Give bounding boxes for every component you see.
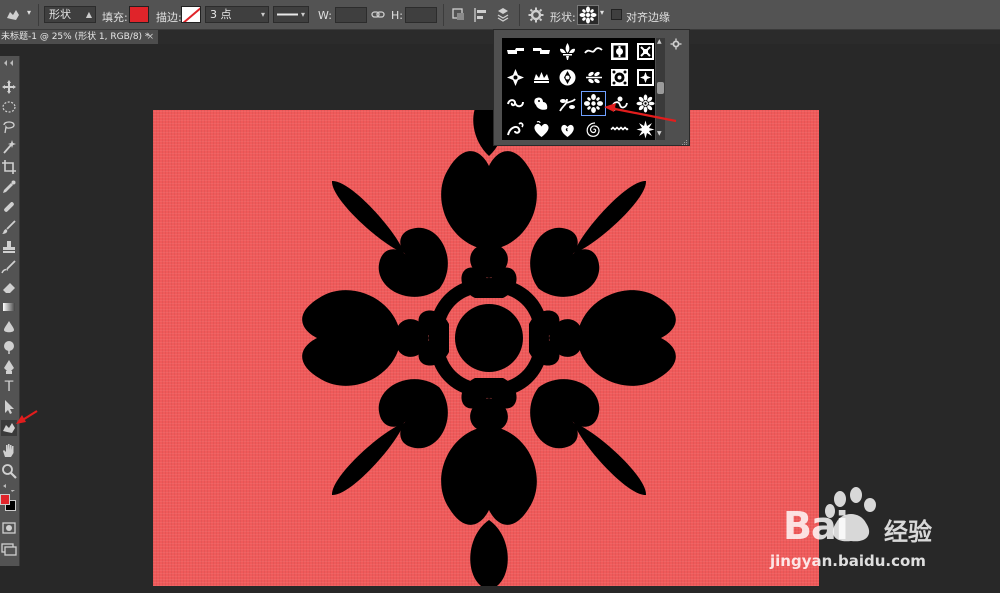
shape-swirl-ornament-icon[interactable] bbox=[503, 117, 528, 142]
type-tool-icon[interactable]: T bbox=[1, 379, 17, 395]
eyedropper-tool-icon[interactable] bbox=[1, 179, 17, 195]
shape-heart-ornament-icon[interactable] bbox=[529, 117, 554, 142]
shape-square-tile-cross-icon[interactable] bbox=[633, 65, 658, 90]
shape-tile-ornament-icon[interactable] bbox=[555, 65, 580, 90]
pen-tool-icon[interactable] bbox=[1, 359, 17, 375]
scrollbar-thumb[interactable] bbox=[657, 82, 664, 94]
watermark-brand-cn: 经验 bbox=[884, 518, 932, 546]
shape-spiral-icon[interactable] bbox=[581, 117, 606, 142]
shape-label: 形状: bbox=[550, 11, 576, 24]
stroke-label: 描边: bbox=[156, 11, 182, 24]
clone-stamp-tool-icon[interactable] bbox=[1, 239, 17, 255]
document-canvas[interactable] bbox=[153, 110, 819, 586]
height-field[interactable] bbox=[405, 7, 437, 23]
chevron-down-icon: ▾ bbox=[260, 10, 265, 19]
align-edges-label: 对齐边缘 bbox=[626, 11, 670, 24]
shape-square-tile-flower-icon[interactable] bbox=[607, 65, 632, 90]
marquee-tool-icon[interactable] bbox=[1, 99, 17, 115]
fill-color-swatch[interactable] bbox=[129, 6, 149, 23]
stroke-type-dropdown[interactable]: ▾ bbox=[273, 6, 309, 23]
document-tab[interactable]: 未标题-1 @ 25% (形状 1, RGB/8) * × bbox=[0, 30, 158, 44]
picker-settings-gear-icon[interactable] bbox=[670, 38, 682, 50]
scroll-down-icon[interactable]: ▼ bbox=[657, 131, 662, 137]
preset-dropdown-arrow[interactable]: ▾ bbox=[27, 8, 31, 17]
screen-mode-icon[interactable] bbox=[1, 541, 17, 557]
shape-heart-swirl-icon[interactable] bbox=[555, 117, 580, 142]
document-tab-title: 未标题-1 @ 25% (形状 1, RGB/8) * bbox=[1, 32, 150, 42]
tool-mode-dropdown[interactable]: 形状 ▲ bbox=[44, 6, 96, 23]
chevron-down-icon[interactable]: ▾ bbox=[600, 8, 604, 17]
move-tool-icon[interactable] bbox=[1, 79, 17, 95]
dodge-tool-icon[interactable] bbox=[1, 339, 17, 355]
shape-curl-ornament-icon[interactable] bbox=[503, 91, 528, 116]
swap-colors-icon[interactable] bbox=[1, 480, 17, 492]
eraser-tool-icon[interactable] bbox=[1, 279, 17, 295]
custom-shape-tool-icon[interactable] bbox=[1, 420, 17, 436]
shape-preset-picker[interactable] bbox=[577, 5, 599, 25]
separator bbox=[443, 4, 444, 26]
path-selection-tool-icon[interactable] bbox=[1, 399, 17, 415]
path-alignment-icon[interactable] bbox=[472, 6, 490, 24]
chevron-down-icon: ▾ bbox=[300, 10, 305, 19]
zoom-tool-icon[interactable] bbox=[1, 463, 17, 479]
link-icon[interactable] bbox=[371, 6, 385, 24]
healing-brush-tool-icon[interactable] bbox=[1, 199, 17, 215]
separator bbox=[38, 4, 39, 26]
path-operations-icon[interactable] bbox=[450, 6, 468, 24]
width-field[interactable] bbox=[335, 7, 367, 23]
tool-mode-value: 形状 bbox=[49, 8, 71, 21]
height-label: H: bbox=[391, 9, 403, 22]
scroll-up-icon[interactable]: ▲ bbox=[657, 39, 662, 45]
fill-label: 填充: bbox=[102, 11, 128, 24]
blur-tool-icon[interactable] bbox=[1, 319, 17, 335]
stroke-width-value: 3 点 bbox=[210, 8, 232, 21]
shape-zigzag-icon[interactable] bbox=[607, 117, 632, 142]
shape-picker-scrollbar[interactable]: ▲ ▼ bbox=[656, 38, 665, 140]
shape-picker-panel: ▲ ▼ bbox=[493, 29, 690, 146]
brush-tool-icon[interactable] bbox=[1, 219, 17, 235]
shape-pointing-hand-left-icon[interactable] bbox=[529, 39, 554, 64]
shape-crown-ornament-icon[interactable] bbox=[529, 65, 554, 90]
path-arrangement-icon[interactable] bbox=[494, 6, 512, 24]
toolbox-collapse-icon[interactable] bbox=[1, 55, 17, 66]
shape-daisy-icon[interactable] bbox=[633, 91, 658, 116]
lasso-tool-icon[interactable] bbox=[1, 119, 17, 135]
crop-tool-icon[interactable] bbox=[1, 159, 17, 175]
resize-grip-icon[interactable] bbox=[680, 136, 688, 145]
width-label: W: bbox=[318, 9, 332, 22]
watermark-brand: Bai bbox=[783, 504, 849, 548]
gradient-tool-icon[interactable] bbox=[1, 299, 17, 315]
shape-square-frame-ornate-icon[interactable] bbox=[607, 39, 632, 64]
align-edges-checkbox[interactable] bbox=[611, 9, 622, 20]
shape-floral-scroll-icon[interactable] bbox=[607, 91, 632, 116]
shape-pointing-hand-right-icon[interactable] bbox=[503, 39, 528, 64]
stroke-width-dropdown[interactable]: 3 点 ▾ bbox=[205, 6, 269, 23]
hand-tool-icon[interactable] bbox=[1, 443, 17, 459]
shape-flower-ornament-icon[interactable] bbox=[581, 91, 606, 116]
shape-fleur-de-lis-icon[interactable] bbox=[555, 39, 580, 64]
chevron-down-icon: ▲ bbox=[85, 10, 92, 19]
shape-diamond-ornament-icon[interactable] bbox=[503, 65, 528, 90]
watermark-url: jingyan.baidu.com bbox=[770, 552, 926, 570]
foreground-color-swatch[interactable] bbox=[0, 494, 10, 505]
options-bar: ▾ 形状 ▲ 填充: 描边: 3 点 ▾ ▾ W: H: 形状: ▾ 对齐边缘 bbox=[0, 0, 1000, 30]
history-brush-tool-icon[interactable] bbox=[1, 259, 17, 275]
custom-shape-tool-preset-icon[interactable] bbox=[4, 6, 22, 24]
gear-icon[interactable] bbox=[527, 6, 545, 24]
quick-mask-icon[interactable] bbox=[1, 520, 17, 536]
shape-grid bbox=[502, 38, 655, 140]
shape-starburst-icon[interactable] bbox=[633, 117, 658, 142]
stroke-color-swatch[interactable] bbox=[181, 6, 201, 23]
toolbox: T bbox=[0, 56, 20, 566]
shape-swash-icon[interactable] bbox=[581, 39, 606, 64]
separator bbox=[519, 4, 520, 26]
magic-wand-tool-icon[interactable] bbox=[1, 139, 17, 155]
close-icon[interactable]: × bbox=[146, 30, 154, 44]
shape-bird-ornament-icon[interactable] bbox=[529, 91, 554, 116]
shape-square-frame-knot-icon[interactable] bbox=[633, 39, 658, 64]
shape-leaf-spray-icon[interactable] bbox=[581, 65, 606, 90]
shape-vine-ornament-icon[interactable] bbox=[555, 91, 580, 116]
flower-ornament-shape[interactable] bbox=[153, 110, 819, 586]
